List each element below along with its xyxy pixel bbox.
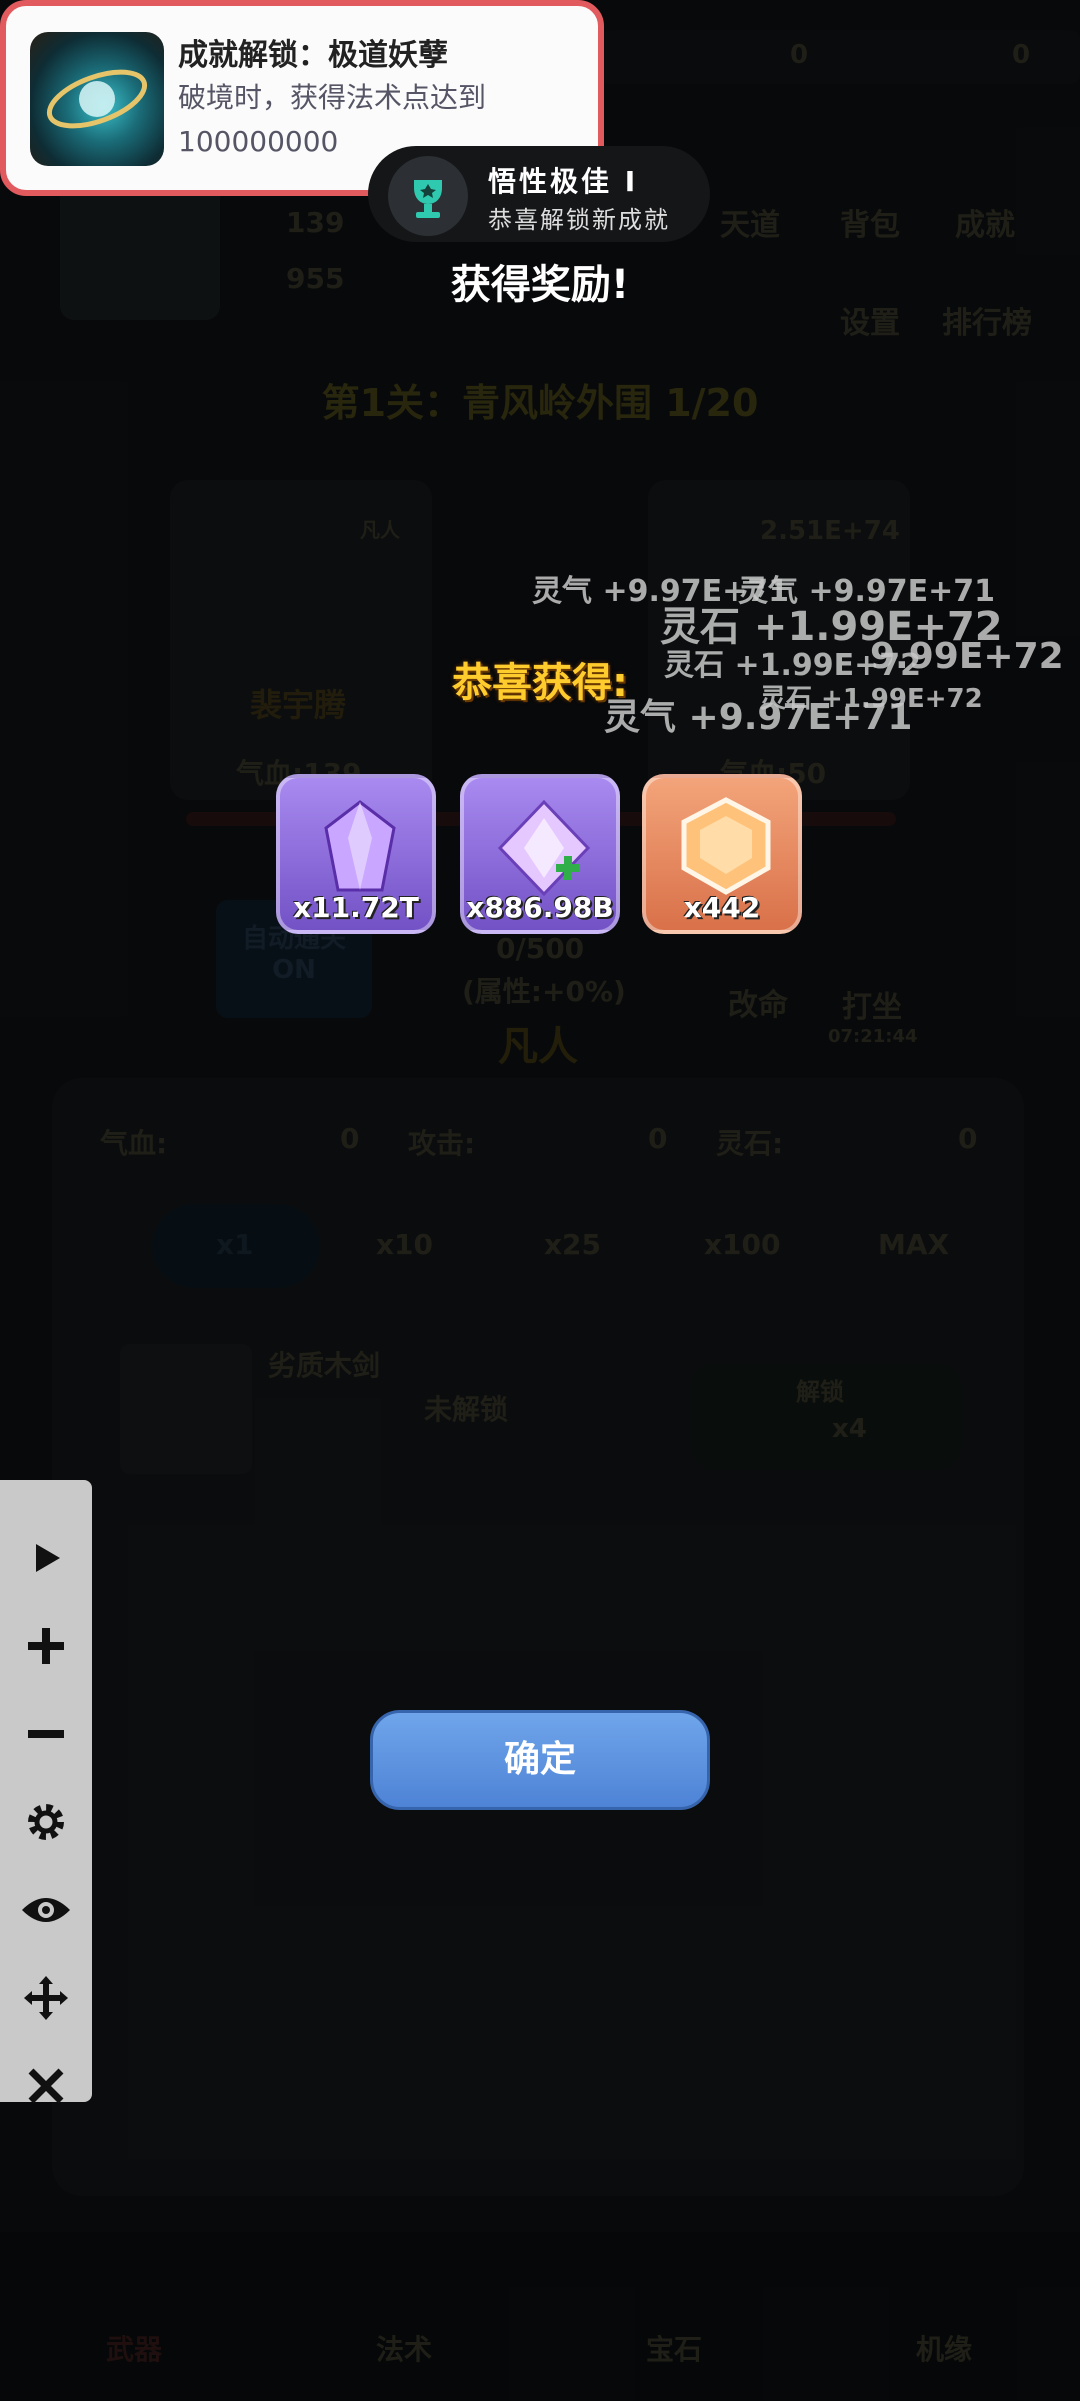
reward-item-1-count: x11.72T: [293, 891, 419, 924]
confirm-button[interactable]: 确定: [370, 1710, 710, 1810]
close-icon[interactable]: [18, 2058, 74, 2114]
orange-cube-icon: [681, 797, 771, 895]
trophy-icon: [388, 156, 468, 236]
purple-crystal-icon: [324, 800, 396, 892]
pill-title: 悟性极佳 I: [488, 165, 639, 198]
reward-item-2-count: x886.98B: [466, 891, 614, 924]
gear-icon[interactable]: [18, 1794, 74, 1850]
modal-overlay: [0, 0, 1080, 2401]
minus-icon[interactable]: [18, 1706, 74, 1762]
diamond-plus-icon: [497, 799, 591, 897]
eye-icon[interactable]: [18, 1882, 74, 1938]
pill-subtitle: 恭喜解锁新成就: [488, 206, 670, 234]
reward-title: 获得奖励!: [450, 262, 630, 308]
reward-item-3-count: x442: [683, 891, 761, 924]
reward-item-2: x886.98B: [460, 774, 620, 934]
move-icon[interactable]: [18, 1970, 74, 2026]
achievement-badge-icon: [30, 32, 164, 166]
play-icon[interactable]: [18, 1530, 74, 1586]
plus-icon[interactable]: [18, 1618, 74, 1674]
reward-item-3: x442: [642, 774, 802, 934]
congrats-title: 恭喜获得:: [452, 660, 628, 706]
floating-toolbar: [0, 1480, 92, 2104]
reward-item-1: x11.72T: [276, 774, 436, 934]
achievement-title: 成就解锁：极道妖孽: [178, 38, 448, 73]
